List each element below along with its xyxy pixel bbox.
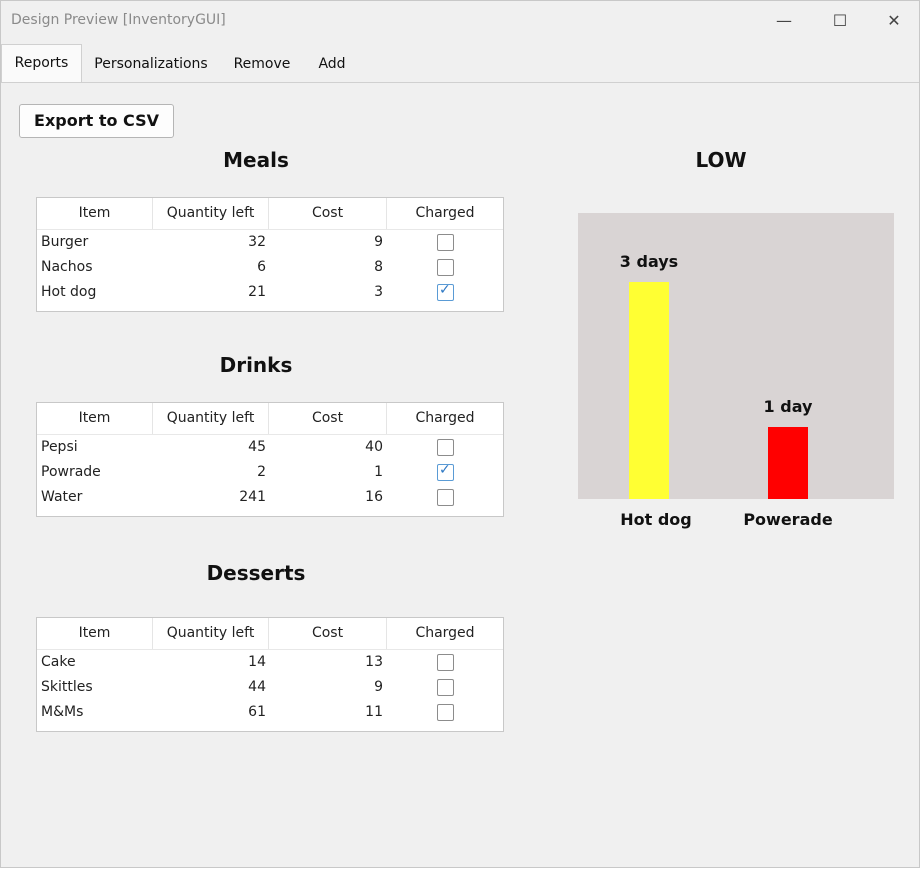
quantity-cell: 61 <box>248 704 266 720</box>
table-title: Meals <box>223 148 289 172</box>
quantity-cell: 6 <box>257 259 266 275</box>
cost-cell: 1 <box>374 464 383 480</box>
table-row[interactable]: Powrade 2 1 ✓ <box>37 460 503 485</box>
column-header[interactable]: Quantity left <box>153 618 269 649</box>
close-icon[interactable]: ✕ <box>871 5 917 35</box>
table-row[interactable]: Nachos 6 8 <box>37 255 503 280</box>
item-cell: Powrade <box>41 464 101 480</box>
data-table: Item Quantity left Cost Charged Burger 32 9 Nac… <box>36 197 504 312</box>
charged-checkbox[interactable] <box>437 679 454 696</box>
column-header[interactable]: Cost <box>269 618 387 649</box>
item-cell: Skittles <box>41 679 93 695</box>
chart-bar <box>629 282 669 499</box>
check-icon: ✓ <box>439 462 451 478</box>
item-cell: Water <box>41 489 83 505</box>
data-table: Item Quantity left Cost Charged Cake 14 13 Skit… <box>36 617 504 732</box>
quantity-cell: 14 <box>248 654 266 670</box>
column-header[interactable]: Item <box>37 403 153 434</box>
cost-cell: 9 <box>374 234 383 250</box>
category-label: Powerade <box>743 510 833 529</box>
charged-checkbox[interactable] <box>437 439 454 456</box>
chart-title: LOW <box>695 148 747 172</box>
charged-checkbox[interactable] <box>437 704 454 721</box>
quantity-cell: 21 <box>248 284 266 300</box>
table-header: Item Quantity left Cost Charged <box>37 198 503 230</box>
item-cell: M&Ms <box>41 704 84 720</box>
quantity-cell: 32 <box>248 234 266 250</box>
table-title: Drinks <box>219 353 293 377</box>
column-header[interactable]: Quantity left <box>153 403 269 434</box>
tab-reports[interactable]: Reports <box>1 44 82 82</box>
table-header: Item Quantity left Cost Charged <box>37 403 503 435</box>
column-header[interactable]: Item <box>37 198 153 229</box>
charged-checkbox[interactable]: ✓ <box>437 282 454 301</box>
cost-cell: 8 <box>374 259 383 275</box>
table-title: Desserts <box>206 561 306 585</box>
table-row[interactable]: Burger 32 9 <box>37 230 503 255</box>
check-icon: ✓ <box>439 282 451 298</box>
column-header[interactable]: Charged <box>387 403 503 434</box>
table-row[interactable]: Hot dog 21 3 ✓ <box>37 280 503 305</box>
bar-data-label: 1 day <box>763 396 813 416</box>
table-row[interactable]: M&Ms 61 11 <box>37 700 503 725</box>
cost-cell: 3 <box>374 284 383 300</box>
quantity-cell: 44 <box>248 679 266 695</box>
tab-bar: Reports Personalizations Remove Add <box>1 44 919 83</box>
export-csv-button[interactable]: Export to CSV <box>19 104 174 138</box>
window-title: Design Preview [InventoryGUI] <box>11 12 226 28</box>
tab-remove[interactable]: Remove <box>225 46 299 82</box>
bar-data-label: 3 days <box>619 252 679 272</box>
column-header[interactable]: Cost <box>269 198 387 229</box>
table-row[interactable]: Cake 14 13 <box>37 650 503 675</box>
table-header: Item Quantity left Cost Charged <box>37 618 503 650</box>
cost-cell: 9 <box>374 679 383 695</box>
item-cell: Cake <box>41 654 76 670</box>
item-cell: Pepsi <box>41 439 78 455</box>
table-row[interactable]: Water 241 16 <box>37 485 503 510</box>
minimize-icon[interactable]: — <box>761 5 807 35</box>
column-header[interactable]: Cost <box>269 403 387 434</box>
column-header[interactable]: Item <box>37 618 153 649</box>
charged-checkbox[interactable] <box>437 259 454 276</box>
table-row[interactable]: Pepsi 45 40 <box>37 435 503 460</box>
charged-checkbox[interactable] <box>437 489 454 506</box>
cost-cell: 40 <box>365 439 383 455</box>
item-cell: Hot dog <box>41 284 97 300</box>
data-table: Item Quantity left Cost Charged Pepsi 45 40 Pow… <box>36 402 504 517</box>
cost-cell: 13 <box>365 654 383 670</box>
cost-cell: 16 <box>365 489 383 505</box>
quantity-cell: 45 <box>248 439 266 455</box>
quantity-cell: 2 <box>257 464 266 480</box>
item-cell: Nachos <box>41 259 93 275</box>
app-window: Design Preview [InventoryGUI] — ☐ ✕ Repo… <box>0 0 920 868</box>
item-cell: Burger <box>41 234 89 250</box>
maximize-icon[interactable]: ☐ <box>817 5 863 35</box>
charged-checkbox[interactable]: ✓ <box>437 462 454 481</box>
category-label: Hot dog <box>620 510 692 529</box>
table-row[interactable]: Skittles 44 9 <box>37 675 503 700</box>
charged-checkbox[interactable] <box>437 654 454 671</box>
column-header[interactable]: Charged <box>387 198 503 229</box>
title-bar: Design Preview [InventoryGUI] — ☐ ✕ <box>1 1 919 41</box>
tab-add[interactable]: Add <box>307 46 357 82</box>
tab-personalizations[interactable]: Personalizations <box>87 46 215 82</box>
column-header[interactable]: Charged <box>387 618 503 649</box>
column-header[interactable]: Quantity left <box>153 198 269 229</box>
quantity-cell: 241 <box>239 489 266 505</box>
cost-cell: 11 <box>365 704 383 720</box>
chart-bar <box>768 426 808 499</box>
charged-checkbox[interactable] <box>437 234 454 251</box>
